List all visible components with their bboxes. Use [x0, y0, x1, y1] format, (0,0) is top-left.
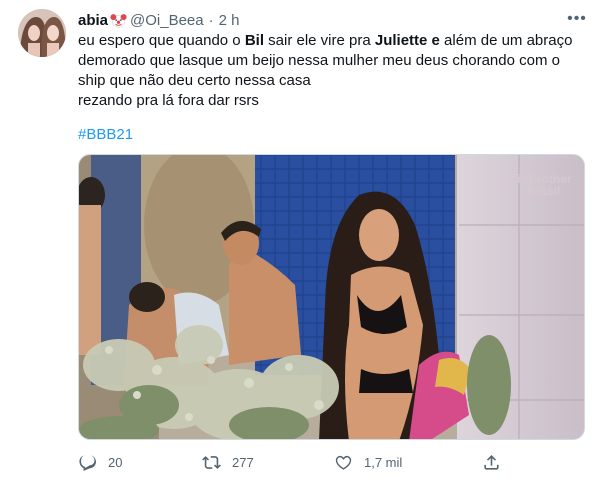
author-handle[interactable]: @Oi_Beea: [130, 12, 204, 29]
text-segment: eu espero que quando o: [78, 32, 245, 49]
reply-icon: [79, 454, 96, 471]
tweet-text: eu espero que quando o Bil sair ele vire…: [78, 31, 583, 111]
media-photo: BigBrother Brasil: [79, 155, 584, 439]
text-segment: sair ele vire pra: [263, 32, 375, 49]
retweet-button[interactable]: 277: [202, 450, 254, 474]
separator-dot: ·: [208, 11, 214, 29]
tweet[interactable]: abia @Oi_Beea · 2 h ••• eu espero que qu…: [0, 0, 604, 487]
retweet-count: 277: [232, 454, 254, 470]
text-bold-juliette: Juliette: [374, 32, 428, 49]
timestamp[interactable]: 2 h: [219, 12, 240, 29]
retweet-icon: [202, 455, 221, 469]
tweet-actions: 20 277 1,7 mil: [78, 450, 578, 474]
tweet-text-line-4: rezando pra lá fora dar rsrs: [78, 92, 259, 109]
author-name[interactable]: abia: [78, 12, 108, 29]
reply-button[interactable]: 20: [78, 450, 122, 474]
watermark-line-2: Brasil: [527, 184, 560, 198]
like-button[interactable]: 1,7 mil: [334, 450, 402, 474]
text-segment: além de um abraço: [439, 32, 573, 49]
tweet-header: abia @Oi_Beea · 2 h: [78, 10, 239, 30]
tweet-text-line-2: demorado que lasque um beijo nessa mulhe…: [78, 52, 560, 69]
tweet-text-line-1: eu espero que quando o Bil sair ele vire…: [78, 31, 583, 51]
share-icon: [484, 454, 499, 470]
clown-emoji-icon: [110, 13, 127, 28]
share-button[interactable]: [482, 450, 501, 474]
like-count: 1,7 mil: [364, 454, 403, 470]
avatar[interactable]: [18, 9, 66, 57]
heart-icon: [335, 455, 352, 470]
tweet-media-image[interactable]: BigBrother Brasil: [78, 154, 585, 440]
text-bold-bil: Bil: [244, 32, 264, 49]
reply-count: 20: [108, 454, 123, 470]
hashtag-link[interactable]: #BBB21: [78, 125, 133, 145]
text-bold-e: e: [427, 32, 440, 49]
more-options-icon[interactable]: •••: [566, 10, 588, 28]
tweet-text-line-3: ship que não deu certo nessa casa: [78, 72, 311, 89]
